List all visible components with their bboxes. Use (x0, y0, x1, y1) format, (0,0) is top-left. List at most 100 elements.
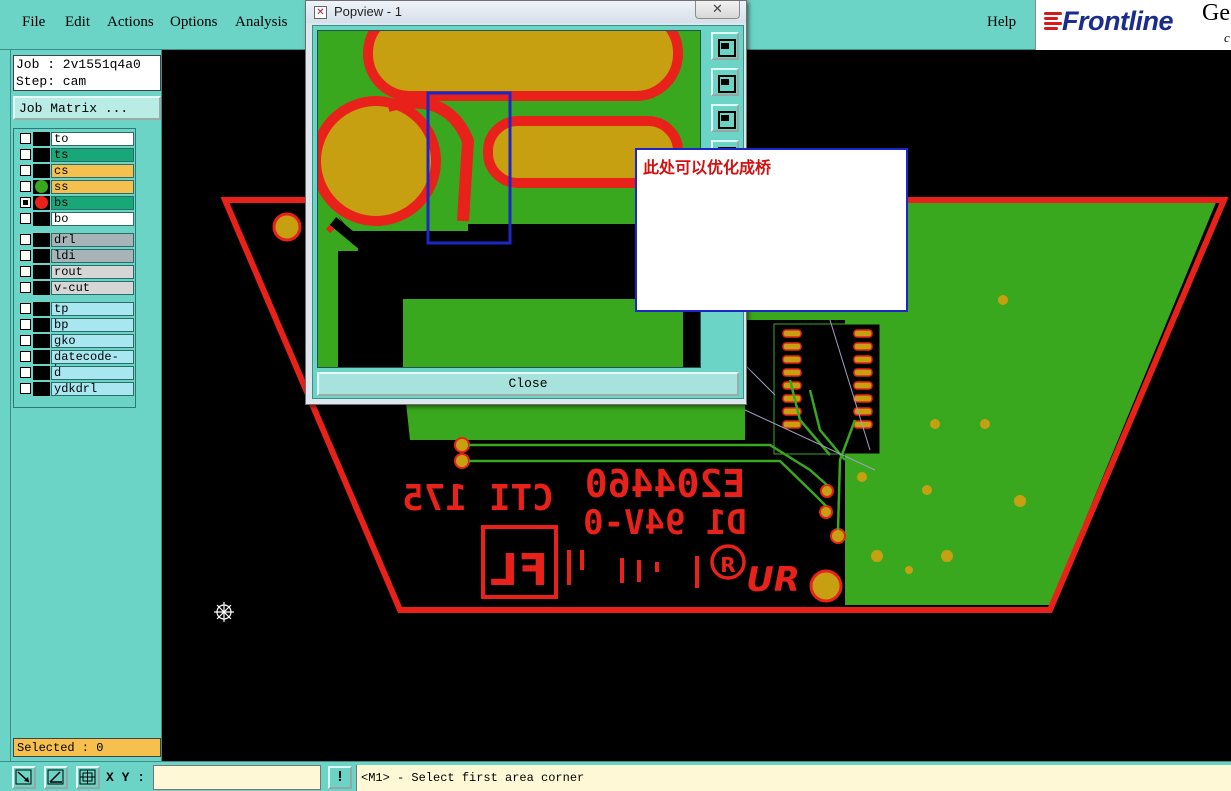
layer-row-rout[interactable]: rout (16, 265, 134, 279)
crosshair-cursor-icon (214, 602, 234, 622)
layer-checkbox[interactable] (20, 367, 31, 378)
layer-checkbox[interactable] (20, 266, 31, 277)
layer-row-tp[interactable]: tp (16, 302, 134, 316)
snap-button[interactable] (12, 766, 36, 789)
layer-name[interactable]: ss (51, 180, 134, 194)
ic-pad (782, 342, 802, 351)
layer-row-to[interactable]: to (16, 132, 134, 146)
xy-coordinate-input[interactable] (153, 765, 321, 790)
layer-state-cell[interactable] (33, 281, 50, 295)
layer-row-bs[interactable]: bs (16, 196, 134, 210)
layer-name[interactable]: to (51, 132, 134, 146)
layer-name[interactable]: bs (51, 196, 134, 210)
layer-row-datecode-bs[interactable]: datecode-bs (16, 350, 134, 377)
layer-checkbox[interactable] (20, 282, 31, 293)
popview-close-button[interactable]: Close (317, 372, 739, 396)
measure-button[interactable] (44, 766, 68, 789)
layer-state-cell[interactable] (33, 265, 50, 279)
grid-button[interactable] (76, 766, 100, 789)
layer-name[interactable]: bp (51, 318, 134, 332)
ic-pad (782, 355, 802, 364)
layer-row-drl[interactable]: drl (16, 233, 134, 247)
ic-pad (782, 329, 802, 338)
layer-row-gko[interactable]: gko (16, 334, 134, 348)
selected-count: Selected : 0 (13, 738, 161, 757)
layer-state-cell[interactable] (33, 350, 50, 364)
layer-name[interactable]: d (51, 366, 134, 380)
layer-checkbox[interactable] (20, 335, 31, 346)
layer-checkbox[interactable] (20, 133, 31, 144)
layer-active-dot-icon (35, 196, 48, 209)
layer-row-bo[interactable]: bo (16, 212, 134, 226)
menu-options[interactable]: Options (170, 14, 218, 31)
layer-state-cell[interactable] (33, 302, 50, 316)
layer-name[interactable]: ydkdrl (51, 382, 134, 396)
job-matrix-button[interactable]: Job Matrix ... (13, 96, 161, 120)
layer-row-ss[interactable]: ss (16, 180, 134, 194)
layer-checkbox[interactable] (20, 319, 31, 330)
svg-text:R: R (720, 553, 735, 577)
app-icon: ✕ (314, 6, 327, 19)
board-text-code: E204460 (585, 462, 745, 506)
ic-pad (782, 368, 802, 377)
menu-file[interactable]: File (22, 14, 45, 31)
layer-checkbox[interactable] (20, 351, 31, 362)
popview-title-bar[interactable]: ✕ Popview - 1 ✕ (306, 1, 746, 23)
layer-name[interactable]: drl (51, 233, 134, 247)
layer-name[interactable]: rout (51, 265, 134, 279)
layer-state-cell[interactable] (33, 233, 50, 247)
layer-name[interactable]: bo (51, 212, 134, 226)
layer-checkbox[interactable] (20, 213, 31, 224)
layer-state-cell[interactable] (33, 366, 50, 380)
ic-pad (853, 355, 873, 364)
layer-checkbox[interactable] (20, 250, 31, 261)
layer-active-dot-icon (35, 180, 48, 193)
layer-checkbox[interactable] (20, 149, 31, 160)
layer-row-v-cut[interactable]: v-cut (16, 281, 134, 295)
layer-checkbox[interactable] (20, 234, 31, 245)
layer-row-ldi[interactable]: ldi (16, 249, 134, 263)
move-up-button[interactable] (711, 68, 739, 96)
layer-sidebar: Job : 2v1551q4a0 Step: cam Job Matrix ..… (10, 50, 162, 761)
layer-state-cell[interactable] (33, 148, 50, 162)
zoom-fit-button[interactable] (711, 32, 739, 60)
ic-pad (853, 407, 873, 416)
alert-button[interactable]: ! (328, 766, 352, 789)
menu-edit[interactable]: Edit (65, 14, 90, 31)
layer-state-cell[interactable] (33, 249, 50, 263)
layer-state-cell[interactable] (33, 318, 50, 332)
move-down-button[interactable] (711, 104, 739, 132)
layer-row-d[interactable]: d (16, 366, 134, 380)
layer-checkbox[interactable] (20, 165, 31, 176)
window-close-button[interactable]: ✕ (695, 1, 740, 19)
layer-checkbox[interactable] (20, 383, 31, 394)
layer-state-cell[interactable] (33, 164, 50, 178)
layer-row-ts[interactable]: ts (16, 148, 134, 162)
layer-name[interactable]: ldi (51, 249, 134, 263)
annotation-callout: 此处可以优化成桥 (635, 148, 908, 312)
layer-state-cell[interactable] (33, 132, 50, 146)
layer-name[interactable]: cs (51, 164, 134, 178)
layer-name[interactable]: v-cut (51, 281, 134, 295)
layer-row-bp[interactable]: bp (16, 318, 134, 332)
layer-name[interactable]: ts (51, 148, 134, 162)
date-marks (567, 550, 699, 588)
menu-analysis[interactable]: Analysis (235, 14, 288, 31)
layer-name[interactable]: datecode-bs (51, 350, 134, 377)
menu-help[interactable]: Help (987, 14, 1016, 31)
svg-text:FL: FL (490, 545, 548, 596)
layer-checkbox[interactable] (20, 303, 31, 314)
layer-checkbox[interactable] (20, 181, 31, 192)
layer-row-ydkdrl[interactable]: ydkdrl (16, 382, 134, 396)
logo-suffix: Ge (1202, 0, 1230, 26)
layer-checkbox[interactable] (20, 197, 31, 208)
menu-actions[interactable]: Actions (107, 14, 154, 31)
layer-name[interactable]: gko (51, 334, 134, 348)
layer-row-cs[interactable]: cs (16, 164, 134, 178)
layer-state-cell[interactable] (33, 212, 50, 226)
layer-state-cell[interactable] (33, 382, 50, 396)
status-message: <M1> - Select first area corner (356, 765, 1231, 791)
layer-name[interactable]: tp (51, 302, 134, 316)
layer-state-cell[interactable] (33, 334, 50, 348)
ic-pad (853, 381, 873, 390)
